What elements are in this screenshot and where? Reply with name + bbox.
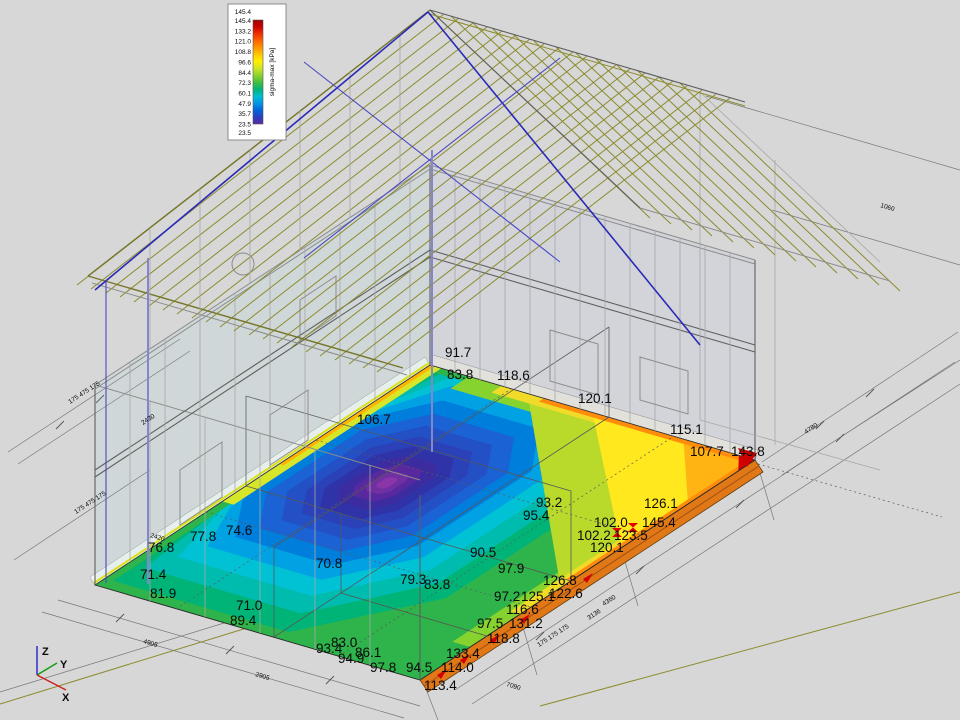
node-value: 91.7 [445,345,471,360]
cad-viewport[interactable]: 91.7 83.8 118.6 120.1 106.7 115.1 107.7 143.8 12… [0,0,960,720]
node-value: 133.4 [446,646,480,661]
node-value: 79.3 [400,572,426,587]
node-value: 83.0 [331,635,357,650]
node-value: 118.6 [497,368,530,383]
legend-tick: 35.7 [238,111,251,118]
legend-tick: 47.9 [238,101,251,108]
node-value: 71.4 [140,567,167,582]
legend-title: sigma-max [kPa] [269,48,276,97]
node-value: 81.9 [150,586,176,601]
legend-tick: 145.4 [235,18,252,25]
node-value: 118.8 [487,631,520,646]
node-value: 97.5 [477,616,503,631]
node-value: 114.0 [441,660,474,675]
legend-tick: 84.4 [238,70,251,77]
legend-tick: 121.0 [235,39,252,46]
node-value: 131.2 [509,616,543,631]
node-value: 70.8 [316,556,342,571]
z-axis-label: Z [42,646,49,658]
node-value: 120.1 [578,391,612,406]
legend-min: 23.5 [238,130,251,137]
node-value: 97.8 [370,660,396,675]
node-value: 115.1 [670,422,703,437]
node-value: 95.4 [523,508,550,523]
node-value: 120.1 [590,540,624,555]
node-value: 74.6 [226,523,252,538]
legend-tick: 72.3 [238,80,251,87]
node-value: 126.1 [644,496,678,511]
node-value: 106.7 [357,412,391,427]
node-value: 143.8 [731,444,765,459]
node-value: 107.7 [690,444,724,459]
legend-colorbar [253,20,263,124]
node-value: 83.8 [447,367,473,382]
node-value: 71.0 [236,598,262,613]
legend-tick: 23.5 [238,122,251,129]
node-value: 83.8 [424,577,450,592]
node-value: 116.6 [506,602,539,617]
legend-tick: 108.8 [235,49,252,56]
node-value: 89.4 [230,613,257,628]
legend-tick: 96.6 [238,59,251,66]
node-value: 97.9 [498,561,524,576]
legend-max: 145.4 [235,9,252,16]
x-axis-label: X [62,692,70,704]
node-value: 77.8 [190,529,216,544]
node-value: 94.5 [406,660,432,675]
node-value: 113.4 [424,678,457,693]
node-value: 90.5 [470,545,496,560]
legend-tick: 60.1 [238,90,251,97]
y-axis-label: Y [60,659,68,671]
legend-tick: 133.2 [235,28,252,35]
legend: 145.4 145.4 133.2 121.0 108.8 96.6 84.4 72.3 60… [228,4,286,140]
